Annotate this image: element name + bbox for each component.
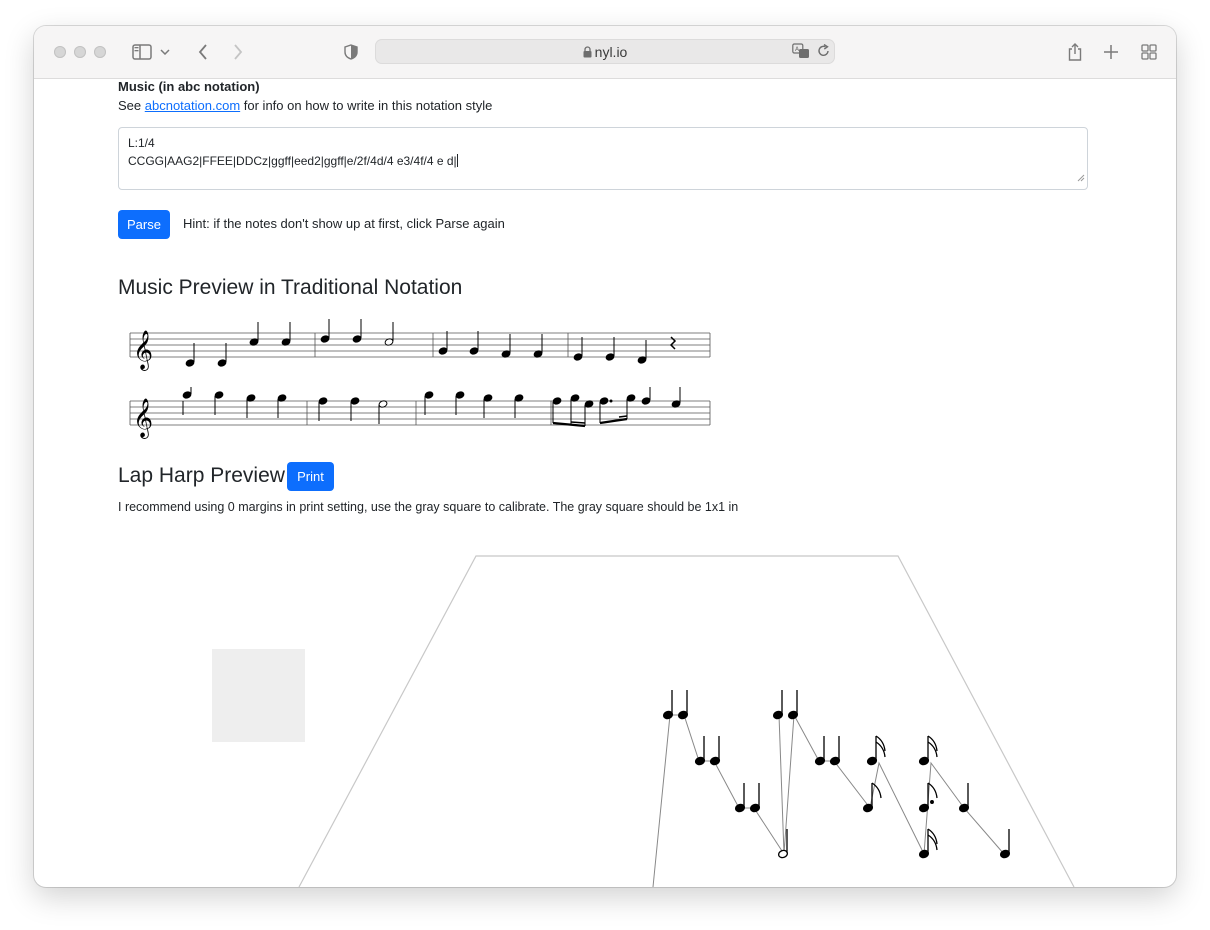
- harp-preview: [212, 555, 1075, 887]
- address-bar[interactable]: nyl.io A: [375, 39, 835, 64]
- new-tab-icon[interactable]: [1099, 40, 1123, 64]
- browser-toolbar: nyl.io A: [34, 26, 1176, 79]
- forward-icon[interactable]: [226, 40, 250, 64]
- tab-overview-icon[interactable]: [1137, 40, 1161, 64]
- lock-icon: [583, 45, 592, 61]
- browser-window: nyl.io A Music (in abc notation) See abc…: [34, 26, 1176, 887]
- translate-icon[interactable]: A: [792, 43, 810, 64]
- url-display: nyl.io: [375, 44, 835, 61]
- sidebar-icon[interactable]: [130, 40, 154, 64]
- harp-notes: [662, 690, 1011, 859]
- url-text: nyl.io: [594, 44, 628, 60]
- close-window-button[interactable]: [54, 46, 66, 58]
- share-icon[interactable]: [1063, 40, 1087, 64]
- page-content: Music (in abc notation) See abcnotation.…: [34, 79, 1176, 887]
- chevron-down-icon[interactable]: [158, 40, 172, 64]
- minimize-window-button[interactable]: [74, 46, 86, 58]
- back-icon[interactable]: [191, 40, 215, 64]
- shield-icon[interactable]: [339, 40, 363, 64]
- zoom-window-button[interactable]: [94, 46, 106, 58]
- reload-icon[interactable]: [817, 43, 830, 63]
- string-connectors: [652, 713, 1005, 887]
- calibration-square: [212, 649, 305, 742]
